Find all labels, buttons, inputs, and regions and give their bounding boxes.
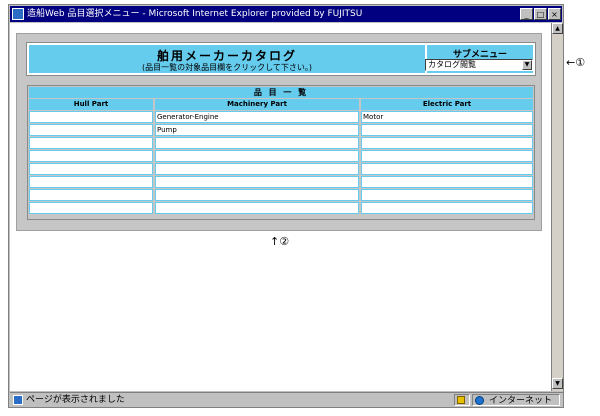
electric-part-cell[interactable] [361,150,533,162]
machinery-part-cell[interactable] [155,163,359,175]
page-subtitle: (品目一覧の対象品目欄をクリックして下さい。) [142,63,312,72]
electric-part-cell[interactable] [361,176,533,188]
submenu-select[interactable]: カタログ閲覧 ▼ [425,59,533,71]
globe-icon [475,396,484,405]
catalog-panel: 舶用メーカーカタログ (品目一覧の対象品目欄をクリックして下さい。) サブメニュ… [16,33,542,231]
electric-part-cell[interactable] [361,137,533,149]
submenu-selected-value: カタログ閲覧 [428,60,476,69]
scroll-down-icon[interactable]: ▼ [552,378,563,389]
electric-part-cell[interactable] [361,202,533,214]
machinery-part-cell[interactable] [155,189,359,201]
title-bar[interactable]: 造船Web 品目選択メニュー - Microsoft Internet Expl… [10,6,562,22]
minimize-button[interactable]: _ [520,8,533,20]
submenu-section: サブメニュー カタログ閲覧 ▼ [425,45,533,73]
electric-part-cell[interactable] [361,163,533,175]
status-message: ページが表示されました [26,395,125,405]
electric-part-cell[interactable] [361,124,533,136]
annotation-marker-1: ←① [566,56,586,69]
machinery-part-cell[interactable] [155,202,359,214]
lock-icon [457,396,465,404]
zone-pane: インターネット [472,394,560,406]
column-header-machinery: Machinery Part [155,99,359,110]
chevron-down-icon[interactable]: ▼ [522,60,532,70]
security-pane [454,394,470,406]
electric-part-cell[interactable] [361,189,533,201]
annotation-marker-2: ↑② [270,235,290,248]
machinery-part-cell[interactable]: Pump [155,124,359,136]
machinery-part-cell[interactable] [155,137,359,149]
maximize-button[interactable]: □ [534,8,547,20]
screen: 造船Web 品目選択メニュー - Microsoft Internet Expl… [0,0,600,416]
close-button[interactable]: × [548,8,561,20]
hull-part-cell[interactable] [29,111,153,123]
scroll-up-icon[interactable]: ▲ [552,23,563,34]
ie-icon [12,8,24,20]
parts-table: 品 目 一 覧 Hull Part Machinery Part Electri… [27,85,535,220]
machinery-part-cell[interactable] [155,176,359,188]
parts-table-caption: 品 目 一 覧 [29,87,533,98]
zone-label: インターネット [489,396,553,406]
electric-part-cell[interactable]: Motor [361,111,533,123]
hull-part-cell[interactable] [29,150,153,162]
hull-part-cell[interactable] [29,137,153,149]
hull-part-cell[interactable] [29,189,153,201]
column-header-hull: Hull Part [29,99,153,110]
machinery-part-cell[interactable]: Generator-Engine [155,111,359,123]
hull-part-cell[interactable] [29,124,153,136]
hull-part-cell[interactable] [29,163,153,175]
status-bar: ページが表示されました インターネット [10,392,563,407]
page-icon [13,395,23,405]
hull-part-cell[interactable] [29,202,153,214]
window-title: 造船Web 品目選択メニュー - Microsoft Internet Expl… [27,9,363,19]
hull-part-cell[interactable] [29,176,153,188]
vertical-scrollbar[interactable]: ▲ ▼ [551,23,563,391]
column-header-electric: Electric Part [361,99,533,110]
catalog-header: 舶用メーカーカタログ (品目一覧の対象品目欄をクリックして下さい。) サブメニュ… [26,42,536,76]
machinery-part-cell[interactable] [155,150,359,162]
